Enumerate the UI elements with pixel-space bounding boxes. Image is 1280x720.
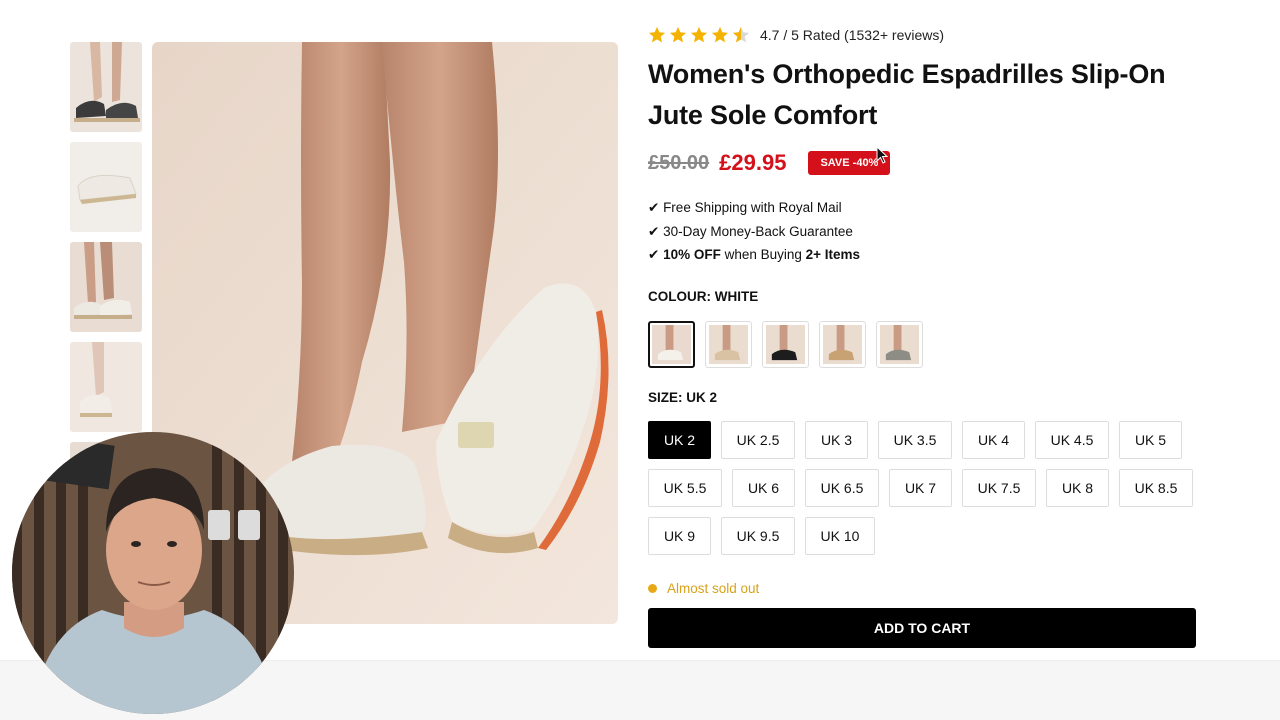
size-selector: UK 2 UK 2.5 UK 3 UK 3.5 UK 4 UK 4.5 UK 5… bbox=[648, 420, 1196, 555]
size-option[interactable]: UK 10 bbox=[805, 516, 875, 555]
size-option[interactable]: UK 5.5 bbox=[648, 468, 722, 507]
rating-stars bbox=[648, 26, 750, 44]
product-title: Women's Orthopedic Espadrilles Slip-On J… bbox=[648, 59, 1166, 130]
thumbnail-1[interactable] bbox=[70, 42, 142, 132]
thumbnail-4-image bbox=[70, 342, 142, 432]
colour-swatches bbox=[648, 320, 1196, 368]
size-option[interactable]: UK 2.5 bbox=[721, 420, 795, 459]
size-row: UK 9 UK 9.5 UK 10 bbox=[648, 516, 1196, 555]
thumbnail-3[interactable] bbox=[70, 242, 142, 332]
size-option[interactable]: UK 7.5 bbox=[962, 468, 1036, 507]
star-half-icon bbox=[732, 26, 750, 43]
size-option[interactable]: UK 8 bbox=[1046, 468, 1109, 507]
size-option[interactable]: UK 7 bbox=[889, 468, 952, 507]
check-icon: ✔ bbox=[648, 223, 660, 239]
swatch-image bbox=[823, 324, 862, 364]
colour-swatch-beige[interactable] bbox=[705, 320, 752, 368]
rating-row: 4.7 / 5 Rated (1532+ reviews) bbox=[648, 24, 1196, 46]
size-option[interactable]: UK 6 bbox=[732, 468, 795, 507]
presenter-video bbox=[12, 432, 294, 714]
perk-text: 30-Day Money-Back Guarantee bbox=[659, 223, 853, 239]
size-option[interactable]: UK 4 bbox=[962, 420, 1025, 459]
swatch-image bbox=[880, 324, 919, 364]
sale-price: £29.95 bbox=[719, 150, 787, 175]
stock-text: Almost sold out bbox=[667, 580, 760, 596]
presenter-webcam bbox=[12, 432, 294, 714]
perks-list: ✔ Free Shipping with Royal Mail ✔ 30-Day… bbox=[648, 196, 1196, 267]
add-to-cart-button[interactable]: ADD TO CART bbox=[648, 607, 1196, 648]
size-option[interactable]: UK 3 bbox=[805, 420, 868, 459]
thumbnail-2[interactable] bbox=[70, 142, 142, 232]
perk-item: ✔ Free Shipping with Royal Mail bbox=[648, 196, 1196, 220]
size-option[interactable]: UK 9.5 bbox=[721, 516, 795, 555]
colour-swatch-grey[interactable] bbox=[876, 320, 923, 368]
original-price: £50.00 bbox=[648, 151, 710, 174]
size-label: SIZE: UK 2 bbox=[648, 389, 718, 405]
product-info: 4.7 / 5 Rated (1532+ reviews) Women's Or… bbox=[648, 24, 1196, 648]
perk-discount: 10% OFF bbox=[663, 247, 721, 262]
star-icon bbox=[711, 26, 729, 43]
thumbnail-3-image bbox=[70, 242, 142, 332]
check-icon: ✔ bbox=[648, 200, 660, 215]
perk-item: ✔ 10% OFF when Buying 2+ Items bbox=[648, 243, 1196, 267]
colour-swatch-black[interactable] bbox=[762, 320, 809, 368]
stock-dot-icon bbox=[648, 583, 657, 593]
swatch-image bbox=[652, 324, 691, 364]
size-option[interactable]: UK 3.5 bbox=[878, 420, 952, 459]
size-row: UK 2 UK 2.5 UK 3 UK 3.5 UK 4 UK 4.5 UK 5 bbox=[648, 420, 1196, 459]
colour-label: COLOUR: WHITE bbox=[648, 288, 759, 304]
colour-swatch-tan[interactable] bbox=[819, 320, 866, 368]
mouse-cursor-icon bbox=[876, 146, 888, 164]
size-option[interactable]: UK 4.5 bbox=[1035, 420, 1109, 459]
swatch-image bbox=[766, 324, 805, 364]
colour-swatch-white[interactable] bbox=[648, 320, 695, 368]
price-row: £50.00 £29.95 SAVE -40% bbox=[648, 146, 1196, 180]
size-row: UK 5.5 UK 6 UK 6.5 UK 7 UK 7.5 UK 8 UK 8… bbox=[648, 468, 1196, 507]
star-icon bbox=[690, 26, 708, 43]
size-option[interactable]: UK 2 bbox=[648, 420, 711, 459]
thumbnail-2-image bbox=[70, 142, 142, 232]
size-option[interactable]: UK 8.5 bbox=[1119, 468, 1193, 507]
thumbnail-4[interactable] bbox=[70, 342, 142, 432]
perk-item: ✔ 30-Day Money-Back Guarantee bbox=[648, 220, 1196, 244]
perk-quantity: 2+ Items bbox=[805, 247, 861, 262]
size-option[interactable]: UK 9 bbox=[648, 516, 711, 555]
perk-text: Free Shipping with Royal Mail bbox=[659, 200, 842, 215]
swatch-image bbox=[709, 324, 748, 364]
size-option[interactable]: UK 5 bbox=[1119, 420, 1182, 459]
thumbnail-1-image bbox=[70, 42, 142, 132]
perk-text: when Buying bbox=[720, 247, 806, 262]
check-icon: ✔ bbox=[648, 247, 660, 262]
rating-text: 4.7 / 5 Rated (1532+ reviews) bbox=[760, 27, 945, 43]
star-icon bbox=[648, 26, 666, 43]
stock-status: Almost sold out bbox=[648, 581, 1196, 596]
star-icon bbox=[669, 26, 687, 43]
size-option[interactable]: UK 6.5 bbox=[805, 468, 879, 507]
